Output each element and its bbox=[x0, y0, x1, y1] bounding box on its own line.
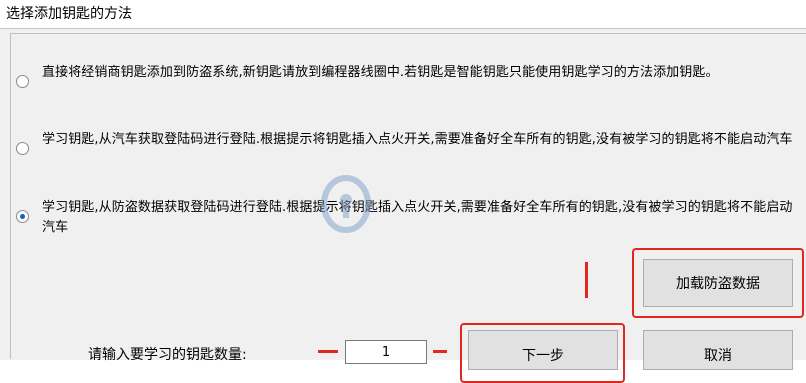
option-add-dealer-key[interactable]: 直接将经销商钥匙添加到防盗系统,新钥匙请放到编程器线圈中.若钥匙是智能钥匙只能使… bbox=[16, 63, 802, 88]
watermark-logo bbox=[318, 160, 508, 260]
annotation-mark bbox=[318, 350, 338, 353]
key-quantity-label: 请输入要学习的钥匙数量: bbox=[88, 347, 247, 363]
key-logo-icon bbox=[321, 175, 371, 233]
next-button[interactable]: 下一步 bbox=[468, 330, 618, 370]
option-label: 直接将经销商钥匙添加到防盗系统,新钥匙请放到编程器线圈中.若钥匙是智能钥匙只能使… bbox=[42, 65, 719, 80]
key-quantity-input[interactable] bbox=[345, 340, 427, 364]
radio-button[interactable] bbox=[16, 75, 29, 88]
annotation-mark bbox=[433, 350, 447, 353]
title-bar: 选择添加钥匙的方法 bbox=[0, 0, 806, 28]
option-learn-key-from-car[interactable]: 学习钥匙,从汽车获取登陆码进行登陆.根据提示将钥匙插入点火开关,需要准备好全车所… bbox=[16, 130, 802, 155]
option-label: 学习钥匙,从汽车获取登陆码进行登陆.根据提示将钥匙插入点火开关,需要准备好全车所… bbox=[42, 132, 793, 147]
radio-button[interactable] bbox=[16, 142, 29, 155]
annotation-mark bbox=[585, 262, 588, 298]
group-frame-left bbox=[10, 33, 11, 359]
radio-button-selected[interactable] bbox=[16, 210, 29, 223]
group-frame-top bbox=[10, 33, 806, 34]
load-immo-data-button[interactable]: 加载防盗数据 bbox=[643, 259, 793, 307]
dialog-title: 选择添加钥匙的方法 bbox=[6, 6, 132, 22]
cancel-button[interactable]: 取消 bbox=[643, 330, 793, 370]
